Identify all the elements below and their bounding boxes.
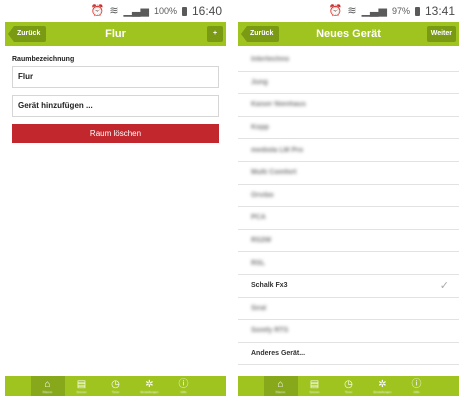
tab-scenes[interactable]: ▤ Szenen [298, 376, 332, 396]
clock-time: 13:41 [424, 4, 455, 18]
tab-gateway[interactable]: ✲ Einstellungen [366, 376, 400, 396]
device-list-item-label: Schalk Fx3 [251, 282, 288, 290]
app-header: Zurück Flur + [5, 22, 226, 46]
room-name-input[interactable]: Flur [12, 66, 219, 88]
tab-label: Szenen [309, 389, 320, 394]
device-list-item-label: PCA [251, 214, 266, 222]
device-list-item-label: Somfy RTS [251, 327, 289, 335]
tab-rooms[interactable]: ⌂ Räume [263, 376, 298, 396]
battery-percent: 100% [153, 6, 177, 16]
tab-label: Räume [42, 389, 53, 394]
tab-label: Hilfe [180, 389, 187, 394]
page-title: Flur [105, 28, 126, 40]
wifi-icon: ≋ [347, 4, 357, 17]
gateway-icon: ✲ [378, 378, 387, 390]
device-list-item-label: Siral [251, 304, 267, 312]
device-list-item[interactable]: Siral [238, 298, 459, 321]
clock-time: 16:40 [191, 4, 222, 18]
bottom-tab-bar: ⌂ Räume ▤ Szenen ◷ Timer ✲ Einstellungen ⓘ Hilfe [238, 376, 459, 396]
tab-label: Timer [344, 389, 353, 394]
clock-icon: ◷ [111, 378, 120, 390]
device-list: Intertechno Jung Kaiser Nienhaus Kopp mediol… [238, 49, 459, 366]
check-icon: ✓ [439, 279, 449, 292]
room-form: Raumbezeichnung Flur Gerät hinzufügen ..… [5, 46, 226, 143]
tab-label: Räume [275, 389, 286, 394]
tab-label: Einstellungen [140, 389, 159, 394]
tab-rooms[interactable]: ⌂ Räume [30, 376, 65, 396]
device-list-item[interactable]: Somfy RTS [238, 320, 459, 343]
alarm-icon: ⏰ [328, 4, 343, 17]
room-name-label: Raumbezeichnung [12, 56, 75, 63]
battery-icon [414, 6, 420, 16]
device-list-item-label: Multi Comfort [251, 169, 297, 177]
signal-icon: ▁▃▅ [361, 4, 387, 17]
wifi-icon: ≋ [109, 4, 119, 17]
tab-clock[interactable]: ◷ Timer [99, 376, 133, 396]
app-header: Zurück Neues Gerät Weiter [238, 22, 459, 46]
tab-label: Einstellungen [373, 389, 392, 394]
device-list-item-label: mediola LM Pro [251, 146, 304, 154]
bottom-tab-bar: ⌂ Räume ▤ Szenen ◷ Timer ✲ Einstellungen ⓘ Hilfe [5, 376, 226, 396]
tab-gateway[interactable]: ✲ Einstellungen [133, 376, 167, 396]
tab-info[interactable]: ⓘ Hilfe [400, 376, 434, 396]
device-list-item-label: RSL [251, 259, 265, 267]
clock-icon: ◷ [344, 378, 353, 390]
device-list-item-label: RS2W [251, 237, 272, 245]
back-button[interactable]: Zurück [241, 26, 280, 42]
device-list-item-label: Anderes Gerät... [251, 350, 306, 358]
add-button[interactable]: + [207, 26, 223, 42]
tab-info[interactable]: ⓘ Hilfe [167, 376, 201, 396]
phone-screen-new-device: ⏰ ≋ ▁▃▅ 97% 13:41 Zurück Neues Gerät Wei… [238, 0, 459, 396]
device-list-item[interactable]: Schalk Fx3 ✓ [238, 275, 459, 298]
tab-scenes[interactable]: ▤ Szenen [65, 376, 99, 396]
info-icon: ⓘ [411, 378, 422, 390]
device-list-item[interactable]: Multi Comfort [238, 162, 459, 185]
phone-screen-room: ⏰ ≋ ▁▃▅ 100% 16:40 Zurück Flur + Raumbez… [5, 0, 226, 396]
info-icon: ⓘ [178, 378, 189, 390]
scenes-icon: ▤ [309, 378, 320, 390]
signal-icon: ▁▃▅ [123, 4, 149, 17]
tab-label: Hilfe [413, 389, 420, 394]
device-list-item[interactable]: Anderes Gerät... [238, 343, 459, 366]
status-bar: ⏰ ≋ ▁▃▅ 97% 13:41 [238, 0, 459, 22]
rooms-icon: ⌂ [277, 378, 284, 390]
device-list-item[interactable]: RS2W [238, 230, 459, 253]
scenes-icon: ▤ [76, 378, 87, 390]
battery-icon [181, 6, 187, 16]
delete-room-button[interactable]: Raum löschen [12, 124, 219, 143]
alarm-icon: ⏰ [90, 4, 105, 17]
device-list-item[interactable]: mediola LM Pro [238, 139, 459, 162]
device-list-item[interactable]: Jung [238, 72, 459, 95]
next-button[interactable]: Weiter [426, 26, 456, 42]
device-list-item[interactable]: PCA [238, 207, 459, 230]
device-list-item[interactable]: Orvibo [238, 185, 459, 208]
device-list-item[interactable]: Kopp [238, 117, 459, 140]
status-bar: ⏰ ≋ ▁▃▅ 100% 16:40 [5, 0, 226, 22]
gateway-icon: ✲ [145, 378, 154, 390]
device-list-item-label: Orvibo [251, 191, 274, 199]
battery-percent: 97% [391, 6, 410, 16]
device-list-item-label: Kopp [251, 124, 269, 132]
tab-clock[interactable]: ◷ Timer [332, 376, 366, 396]
page-title: Neues Gerät [316, 28, 381, 40]
device-list-item[interactable]: Kaiser Nienhaus [238, 94, 459, 117]
device-list-item-label: Kaiser Nienhaus [251, 101, 306, 109]
device-list-item-label: Jung [251, 78, 268, 86]
device-list-item[interactable]: Intertechno [238, 49, 459, 72]
tab-label: Szenen [76, 389, 87, 394]
device-list-item-label: Intertechno [251, 56, 290, 64]
back-button[interactable]: Zurück [8, 26, 47, 42]
device-list-item[interactable]: RSL [238, 252, 459, 275]
add-device-field[interactable]: Gerät hinzufügen ... [12, 95, 219, 117]
rooms-icon: ⌂ [44, 378, 51, 390]
tab-label: Timer [111, 389, 120, 394]
